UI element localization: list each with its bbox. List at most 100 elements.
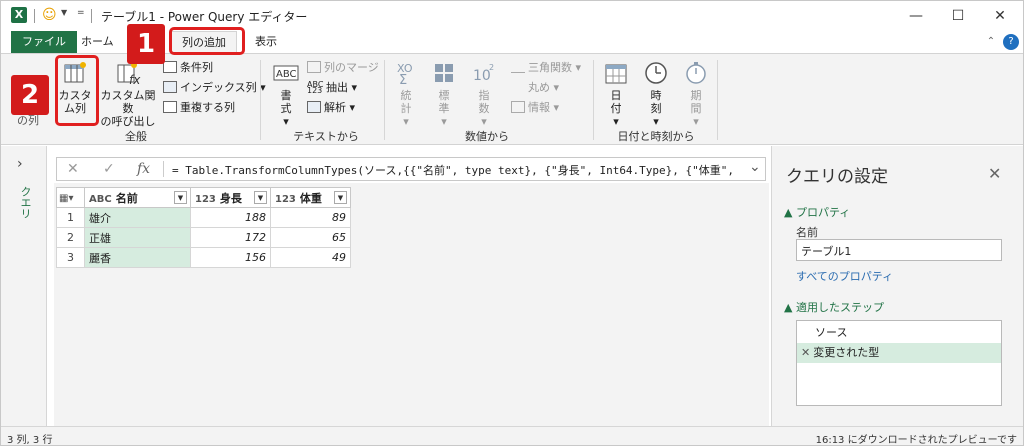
invoke-custom-function-button[interactable]: fx カスタム関数 の呼び出し <box>98 60 158 128</box>
column-header-weight[interactable]: 123 体重 ▼ <box>270 187 351 208</box>
rounding-icon <box>511 81 525 93</box>
step-source[interactable]: ソース <box>797 323 1001 343</box>
formula-input[interactable]: = Table.TransformColumnTypes(ソース,{{"名前",… <box>172 162 747 178</box>
merge-columns-button[interactable]: 列のマージ <box>307 60 379 76</box>
row-column-count: 3 列, 3 行 <box>7 435 53 446</box>
extract-button[interactable]: ABC 123 抽出 ▾ <box>307 80 357 96</box>
table-row: 1 雄介 188 89 <box>56 207 351 228</box>
svg-text:2: 2 <box>489 63 494 72</box>
maximize-button[interactable]: ☐ <box>938 4 978 28</box>
expand-queries-icon[interactable]: › <box>17 156 23 172</box>
index-column-label: インデックス列 ▾ <box>180 81 266 94</box>
properties-section-header[interactable]: ▲ プロパティ <box>784 204 850 220</box>
group-label-number: 数値から <box>465 130 509 143</box>
smiley-icon[interactable]: ☺ <box>42 7 57 23</box>
column-name-label: 名前 <box>115 191 138 205</box>
queries-pane-collapsed[interactable]: › クエリ <box>1 146 47 426</box>
filter-dropdown-icon[interactable]: ▼ <box>334 191 347 204</box>
row-number[interactable]: 3 <box>56 247 85 268</box>
statistics-button[interactable]: XO Σ 統計 ▾ <box>391 60 421 128</box>
window-title: テーブル1 - Power Query エディター <box>101 10 308 24</box>
cell-height[interactable]: 188 <box>190 207 271 228</box>
help-icon[interactable]: ? <box>1003 34 1019 50</box>
information-label: 情報 ▾ <box>528 101 560 114</box>
table-menu-button[interactable]: ▦▾ <box>56 187 85 208</box>
trigonometry-label: 三角関数 ▾ <box>528 61 582 74</box>
cell-name[interactable]: 正雄 <box>84 227 191 248</box>
group-label-datetime: 日付と時刻から <box>617 130 695 143</box>
table-row: 2 正雄 172 65 <box>56 227 351 248</box>
query-name-input[interactable]: テーブル1 <box>796 239 1002 261</box>
applied-steps-header[interactable]: ▲ 適用したステップ <box>784 299 884 315</box>
data-grid: ▦▾ ABC 名前 ▼ 123 身長 ▼ 123 体重 ▼ 1 雄介 188 8… <box>56 187 351 268</box>
rounding-label: 丸め ▾ <box>528 81 560 94</box>
cell-height[interactable]: 172 <box>190 227 271 248</box>
filter-dropdown-icon[interactable]: ▼ <box>174 191 187 204</box>
column-height-label: 身長 <box>219 191 242 205</box>
customize-arrow-icon[interactable]: = <box>77 8 85 18</box>
number-type-icon[interactable]: 123 <box>275 194 296 205</box>
close-button[interactable]: ✕ <box>980 4 1020 28</box>
title-separator-2 <box>91 9 92 23</box>
column-header-name[interactable]: ABC 名前 ▼ <box>84 187 191 208</box>
step-changed-type[interactable]: ✕ 変更された型 <box>797 343 1001 363</box>
row-number[interactable]: 1 <box>56 207 85 228</box>
invoke-function-line2: の呼び出し <box>100 115 156 128</box>
statistics-icon: XOΣ <box>397 62 413 86</box>
scientific-button[interactable]: 10 2 指数 ▾ <box>469 60 499 128</box>
collapse-ribbon-icon[interactable]: ⌃ <box>983 34 999 50</box>
conditional-column-icon <box>163 61 177 73</box>
format-button[interactable]: ABC 書式 ▾ <box>269 60 303 128</box>
exponent-icon: 102 <box>473 63 494 84</box>
fx-icon[interactable]: fx <box>137 161 150 177</box>
date-label: 日付 ▾ <box>610 89 622 128</box>
step-changed-type-label: 変更された型 <box>813 346 880 359</box>
queries-pane-label[interactable]: クエリ <box>17 186 33 219</box>
column-from-examples-partial[interactable]: の列 <box>17 114 39 127</box>
conditional-column-button[interactable]: 条件列 <box>163 60 213 76</box>
ribbon: の列 カスタム列 fx カスタム関数 の呼び出し 条件列 インデックス列 ▾ 重… <box>1 53 1023 145</box>
tab-home[interactable]: ホーム <box>71 31 124 53</box>
filter-dropdown-icon[interactable]: ▼ <box>254 191 267 204</box>
parse-label: 解析 ▾ <box>324 101 356 114</box>
stopwatch-icon <box>686 62 706 84</box>
row-number[interactable]: 2 <box>56 227 85 248</box>
duration-button[interactable]: 期間 ▾ <box>681 60 711 128</box>
date-button[interactable]: 日付 ▾ <box>601 60 631 128</box>
duplicate-column-button[interactable]: 重複する列 <box>163 100 235 116</box>
time-button[interactable]: 時刻 ▾ <box>641 60 671 128</box>
standard-button[interactable]: 標準 ▾ <box>429 60 459 128</box>
minimize-button[interactable]: — <box>896 4 936 28</box>
cell-height[interactable]: 156 <box>190 247 271 268</box>
cell-weight[interactable]: 49 <box>270 247 351 268</box>
confirm-formula-icon[interactable]: ✓ <box>103 161 115 177</box>
expand-formula-icon[interactable]: ⌄ <box>749 159 761 175</box>
highlight-custom-column <box>55 55 99 126</box>
scientific-label: 指数 ▾ <box>478 89 490 128</box>
information-button[interactable]: 情報 ▾ <box>511 100 559 116</box>
delete-step-icon[interactable]: ✕ <box>801 346 810 359</box>
tab-file[interactable]: ファイル <box>11 31 77 53</box>
cell-weight[interactable]: 89 <box>270 207 351 228</box>
smiley-dropdown-icon[interactable]: ▼ <box>61 8 67 17</box>
group-separator <box>384 60 385 140</box>
query-settings-panel: クエリの設定 ✕ ▲ プロパティ 名前 テーブル1 すべてのプロパティ ▲ 適用… <box>771 146 1023 426</box>
trigonometry-button[interactable]: 三角関数 ▾ <box>511 60 581 76</box>
parse-button[interactable]: 解析 ▾ <box>307 100 355 116</box>
cell-weight[interactable]: 65 <box>270 227 351 248</box>
all-properties-link[interactable]: すべてのプロパティ <box>796 268 893 284</box>
index-column-button[interactable]: インデックス列 ▾ <box>163 80 266 96</box>
cell-name[interactable]: 麗香 <box>84 247 191 268</box>
power-query-editor-window: X ☺ ▼ = テーブル1 - Power Query エディター — ☐ ✕ … <box>0 0 1024 446</box>
close-panel-icon[interactable]: ✕ <box>988 164 1001 183</box>
cell-name[interactable]: 雄介 <box>84 207 191 228</box>
number-type-icon[interactable]: 123 <box>195 194 216 205</box>
duration-label: 期間 ▾ <box>690 89 702 128</box>
tab-view[interactable]: 表示 <box>245 31 287 53</box>
column-header-height[interactable]: 123 身長 ▼ <box>190 187 271 208</box>
duplicate-column-label: 重複する列 <box>180 101 235 114</box>
text-type-icon[interactable]: ABC <box>89 194 112 205</box>
cancel-formula-icon[interactable]: ✕ <box>67 161 79 177</box>
rounding-button[interactable]: 丸め ▾ <box>511 80 559 96</box>
callout-badge-2: 2 <box>11 75 49 115</box>
